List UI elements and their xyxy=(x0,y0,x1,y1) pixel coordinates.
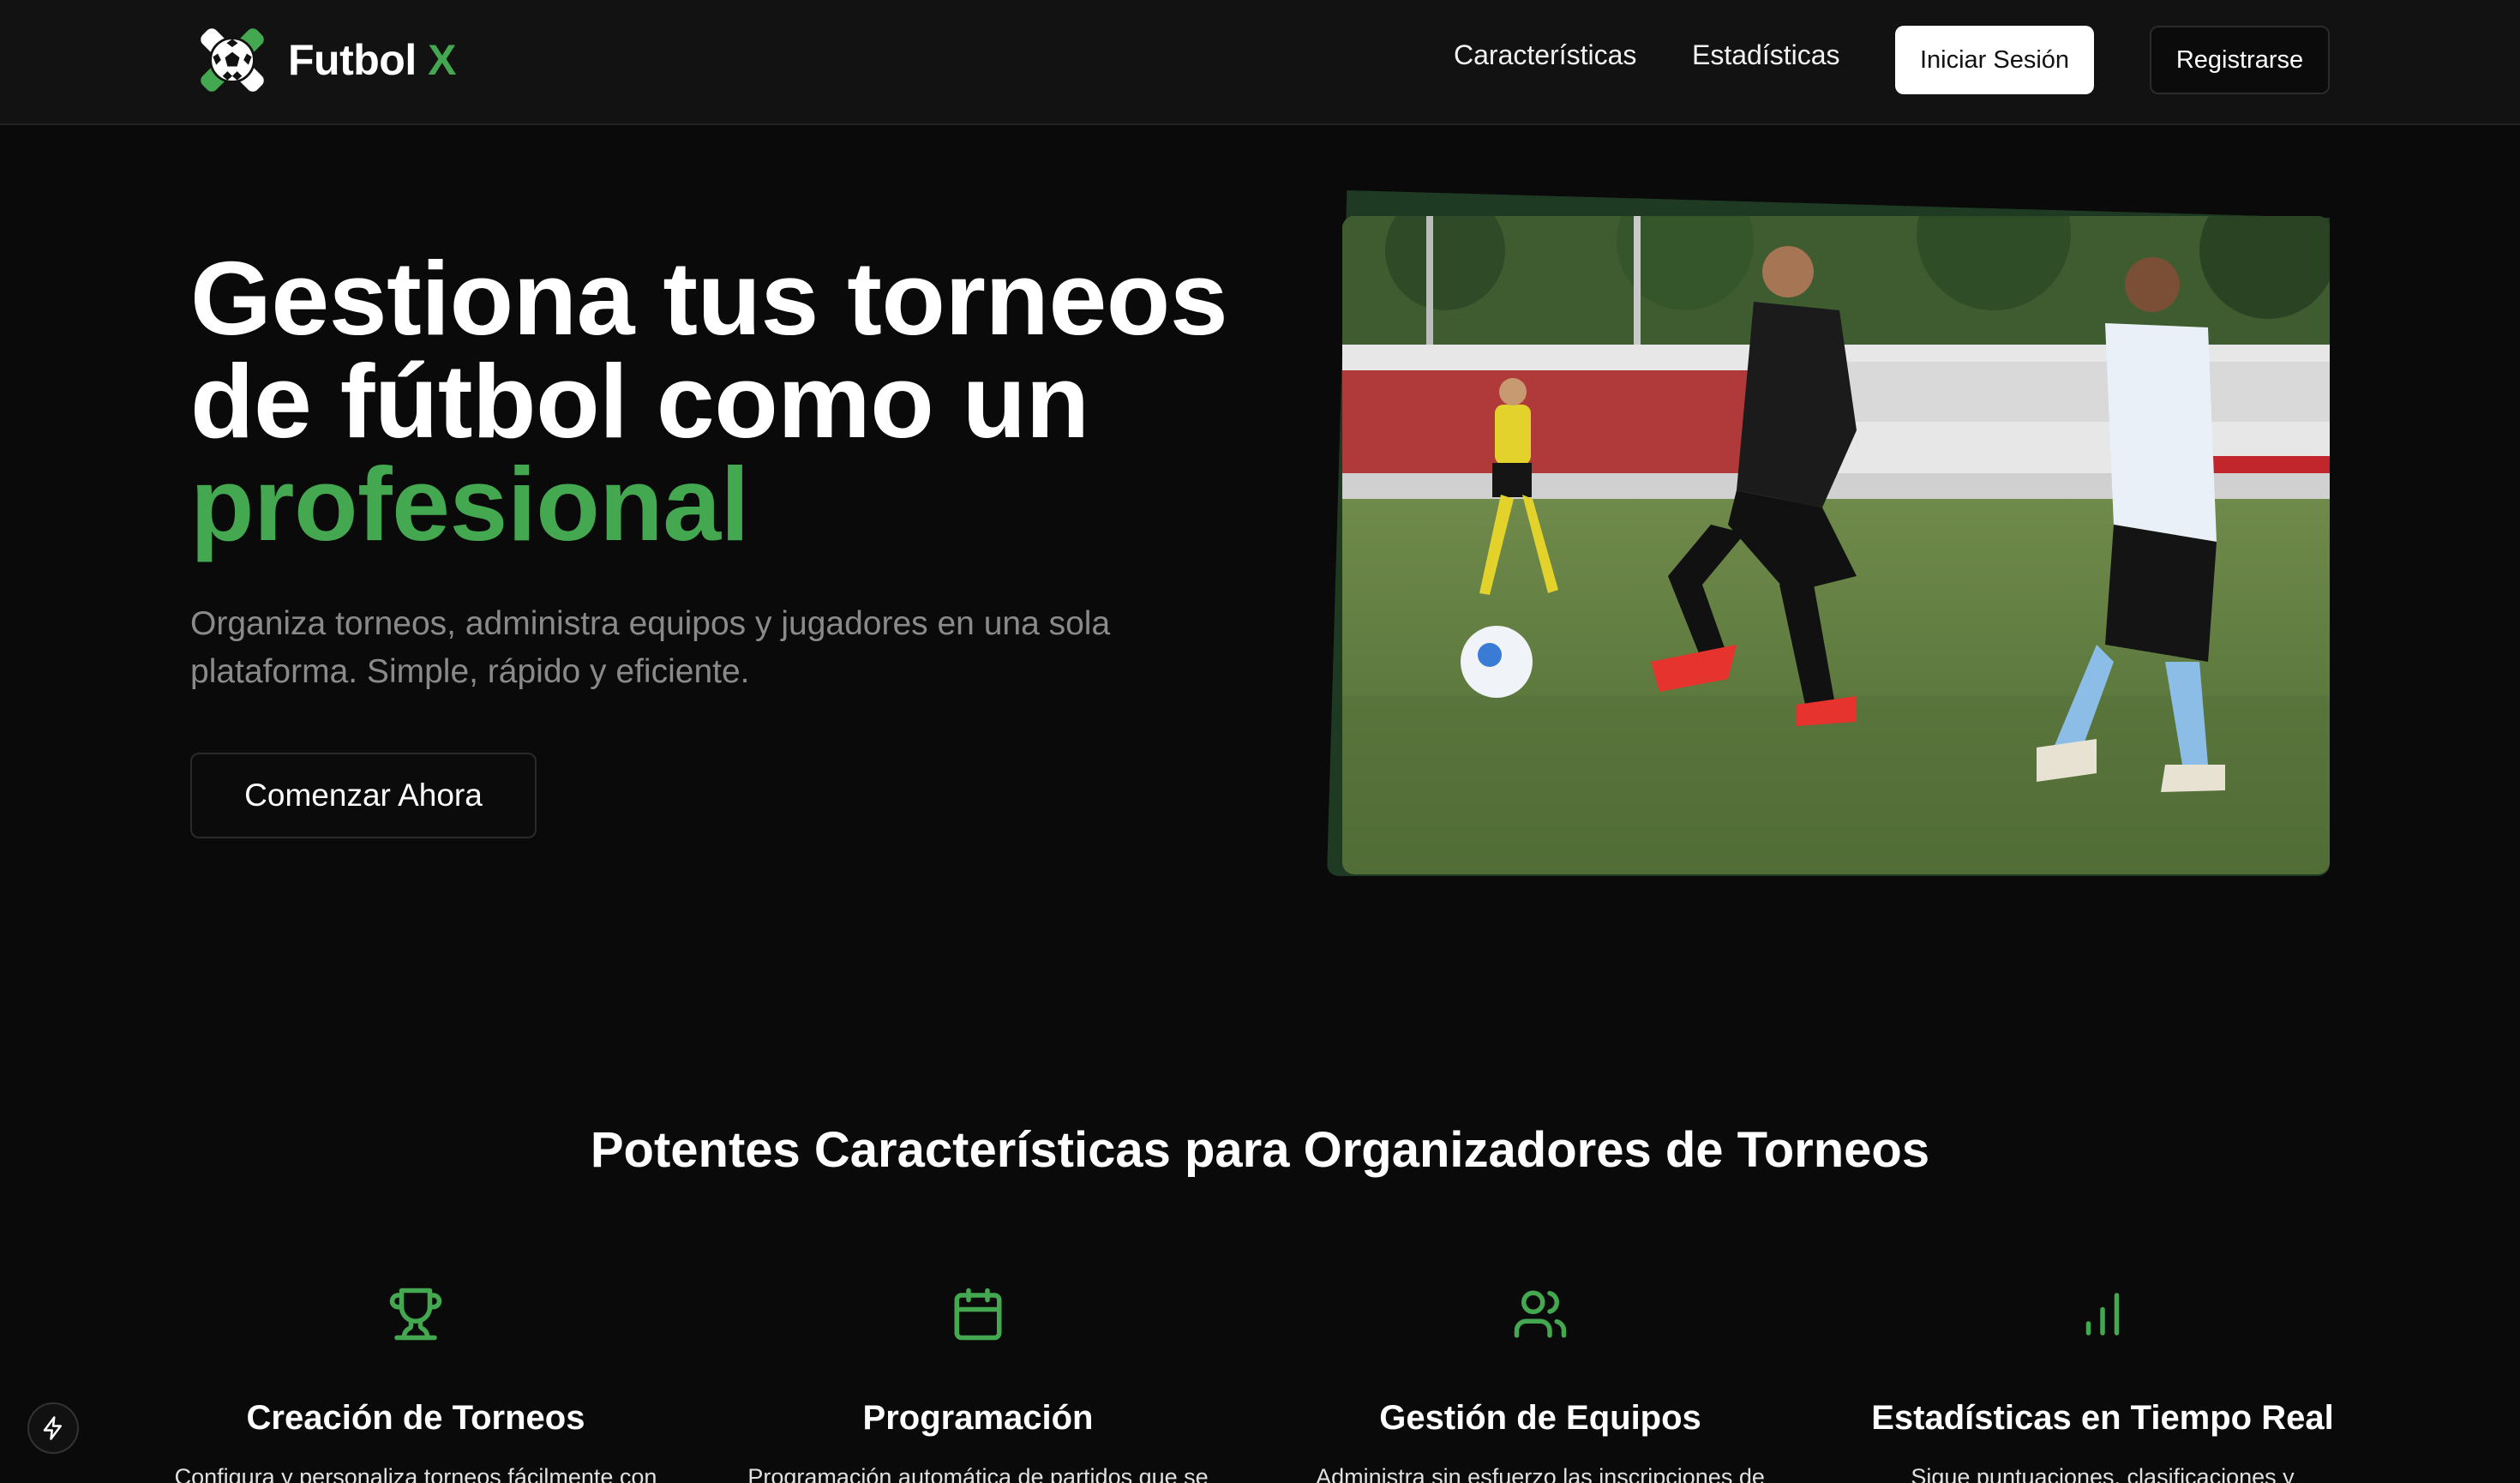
users-icon xyxy=(1514,1290,1567,1338)
hero-title-line1: Gestiona tus torneos xyxy=(190,240,1228,357)
feature-card-tournaments: Creación de Torneos Configura y personal… xyxy=(150,1286,681,1483)
soccer-match-photo xyxy=(1342,216,2330,874)
hero-subtitle: Organiza torneos, administra equipos y j… xyxy=(190,605,1111,690)
lightning-icon xyxy=(43,1416,62,1440)
brand-name: Futbol X xyxy=(288,36,456,84)
dev-tools-badge[interactable] xyxy=(27,1402,79,1454)
feature-card-teams: Gestión de Equipos Administra sin esfuer… xyxy=(1275,1286,1806,1483)
soccer-ball-logo-icon xyxy=(201,28,264,92)
calendar-icon xyxy=(954,1288,1002,1341)
hero-title: Gestiona tus torneos de fútbol como un p… xyxy=(190,246,1373,562)
feature-card-scheduling: Programación Programación automática de … xyxy=(712,1286,1244,1483)
feature-title: Gestión de Equipos xyxy=(1379,1399,1701,1437)
feature-title: Programación xyxy=(862,1399,1094,1437)
landing-page: Futbol X Características Estadísticas In… xyxy=(0,0,2520,1483)
hero-image xyxy=(1342,216,2330,874)
nav-link-caracteristicas[interactable]: Características xyxy=(1454,39,1636,71)
feature-description: Configura y personaliza torneos fácilmen… xyxy=(174,1464,657,1483)
feature-description: Programación automática de partidos que … xyxy=(747,1464,1209,1483)
features-section-title: Potentes Características para Organizado… xyxy=(590,1122,1930,1178)
feature-description: Administra sin esfuerzo las inscripcione… xyxy=(1316,1464,1765,1483)
top-navbar: Futbol X Características Estadísticas In… xyxy=(0,0,2520,125)
hero-title-line2: de fútbol como un xyxy=(190,343,1089,459)
brand-logo[interactable]: Futbol X xyxy=(192,19,456,101)
start-now-button[interactable]: Comenzar Ahora xyxy=(190,753,537,838)
login-button[interactable]: Iniciar Sesión xyxy=(1895,26,2094,94)
register-button[interactable]: Registrarse xyxy=(2150,26,2330,94)
feature-card-stats: Estadísticas en Tiempo Real Sigue puntua… xyxy=(1837,1286,2368,1483)
feature-title: Estadísticas en Tiempo Real xyxy=(1871,1399,2334,1437)
nav-link-estadisticas[interactable]: Estadísticas xyxy=(1692,39,1840,71)
feature-description: Sigue puntuaciones, clasificaciones y xyxy=(1911,1464,2295,1483)
trophy-icon xyxy=(389,1288,442,1341)
bar-chart-icon xyxy=(2085,1293,2120,1336)
feature-title: Creación de Torneos xyxy=(246,1399,585,1437)
hero-title-highlight: profesional xyxy=(190,446,750,562)
